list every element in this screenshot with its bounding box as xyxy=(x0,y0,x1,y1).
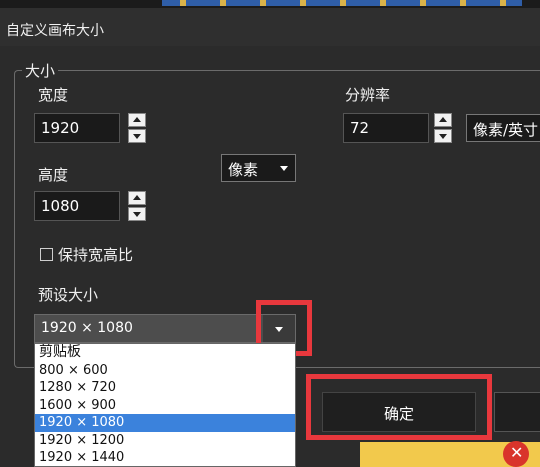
close-x-icon[interactable]: ✕ xyxy=(503,441,529,467)
resolution-label: 分辨率 xyxy=(345,86,391,104)
list-item[interactable]: 1920 × 1200 xyxy=(35,432,295,450)
keep-ratio-checkbox[interactable] xyxy=(40,248,53,261)
arrow-up-icon xyxy=(133,117,141,122)
width-input[interactable]: 1920 xyxy=(34,113,120,143)
arrow-down-icon xyxy=(133,134,141,139)
chevron-down-icon xyxy=(280,166,288,171)
height-stepper[interactable] xyxy=(128,191,146,221)
width-stepper[interactable] xyxy=(128,113,146,143)
unit-select-value: 像素 xyxy=(228,161,259,179)
resolution-down-button[interactable] xyxy=(434,129,452,143)
arrow-up-icon xyxy=(439,117,447,122)
width-down-button[interactable] xyxy=(128,129,146,143)
width-up-button[interactable] xyxy=(128,113,146,127)
resolution-stepper[interactable] xyxy=(434,113,452,143)
keep-ratio-label: 保持宽高比 xyxy=(58,246,134,264)
list-item[interactable]: 剪贴板 xyxy=(35,344,295,362)
list-item-selected[interactable]: 1920 × 1080 xyxy=(35,414,295,432)
background-tabs xyxy=(162,0,522,6)
arrow-up-icon xyxy=(133,195,141,200)
cancel-button-partial[interactable] xyxy=(494,392,540,432)
height-label: 高度 xyxy=(38,166,69,184)
resolution-input[interactable]: 72 xyxy=(343,113,429,143)
height-input[interactable]: 1080 xyxy=(34,191,120,221)
resolution-unit-select[interactable]: 像素/英寸 xyxy=(466,114,540,142)
highlight-box-ok xyxy=(306,374,492,440)
list-item[interactable]: 1600 × 900 xyxy=(35,397,295,415)
height-up-button[interactable] xyxy=(128,191,146,205)
dialog-title: 自定义画布大小 xyxy=(6,23,104,39)
preset-options-list[interactable]: 剪贴板 800 × 600 1280 × 720 1600 × 900 1920… xyxy=(34,343,296,467)
unit-select[interactable]: 像素 xyxy=(221,154,296,182)
list-item[interactable]: 1920 × 1440 xyxy=(35,449,295,466)
resolution-up-button[interactable] xyxy=(434,113,452,127)
list-item[interactable]: 1280 × 720 xyxy=(35,379,295,397)
width-label: 宽度 xyxy=(38,86,69,104)
arrow-down-icon xyxy=(133,212,141,217)
height-down-button[interactable] xyxy=(128,207,146,221)
list-item[interactable]: 800 × 600 xyxy=(35,362,295,380)
preset-select-value: 1920 × 1080 xyxy=(41,320,133,336)
background-app-strip xyxy=(0,0,540,8)
arrow-down-icon xyxy=(439,134,447,139)
size-group-label: 大小 xyxy=(22,60,59,81)
preset-label: 预设大小 xyxy=(38,286,99,304)
dialog-titlebar: 自定义画布大小 xyxy=(0,8,540,46)
resolution-unit-value: 像素/英寸 xyxy=(473,121,539,139)
